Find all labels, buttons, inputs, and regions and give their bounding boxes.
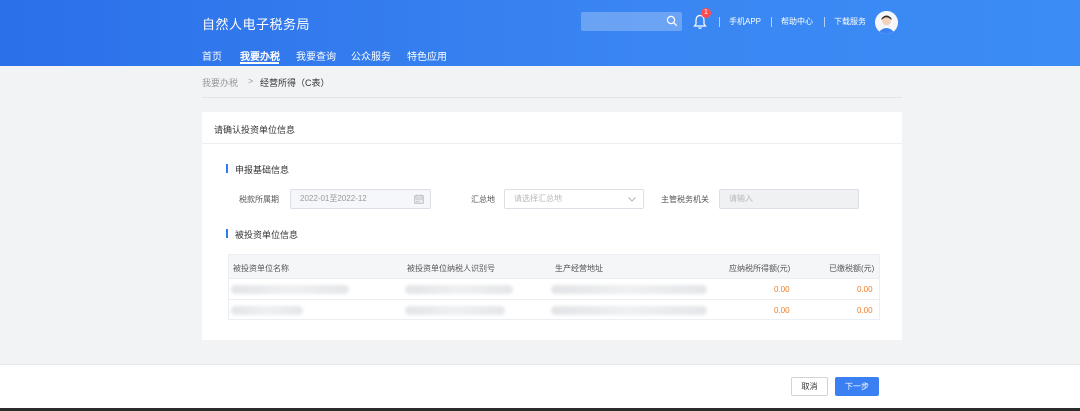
app-title[interactable]: 自然人电子税务局 — [202, 14, 310, 33]
breadcrumb-separator: > — [248, 76, 254, 86]
mobile-app-link[interactable]: 手机APP — [729, 16, 761, 27]
location-placeholder: 请选择汇总地 — [514, 194, 562, 203]
taxable-income-value: 0.00 — [774, 285, 790, 294]
col-taxable-income: 应纳税所得额(元) — [729, 264, 791, 273]
nav-public-service[interactable]: 公众服务 — [351, 48, 391, 63]
divider — [771, 17, 772, 27]
col-company-name: 被投资单位名称 — [233, 264, 289, 273]
footer-bar — [0, 364, 1080, 408]
investment-table: 被投资单位名称 被投资单位纳税人识别号 生产经营地址 应纳税所得额(元) 已缴税… — [228, 254, 880, 320]
redacted-company-name — [231, 306, 303, 315]
avatar-icon — [875, 11, 898, 34]
authority-placeholder: 请输入 — [729, 194, 753, 203]
period-value: 2022-01至2022-12 — [300, 194, 367, 203]
calendar-icon[interactable] — [414, 194, 424, 204]
nav-query[interactable]: 我要查询 — [296, 48, 336, 63]
table-row[interactable]: 0.00 0.00 — [229, 299, 879, 320]
nav-home[interactable]: 首页 — [202, 48, 222, 63]
taxable-income-value: 0.00 — [774, 306, 790, 315]
divider — [824, 17, 825, 27]
col-taxpayer-id: 被投资单位纳税人识别号 — [407, 264, 495, 273]
table-header: 被投资单位名称 被投资单位纳税人识别号 生产经营地址 应纳税所得额(元) 已缴税… — [229, 255, 879, 278]
chevron-down-icon[interactable] — [627, 194, 637, 204]
section-marker — [226, 229, 228, 238]
breadcrumb-current: 经营所得（C表） — [260, 78, 330, 88]
redacted-address — [551, 285, 707, 294]
breadcrumb-parent[interactable]: 我要办税 — [202, 76, 238, 89]
search-input[interactable] — [581, 12, 682, 31]
download-service-link[interactable]: 下载服务 — [834, 16, 866, 27]
card-title: 请确认投资单位信息 — [214, 125, 296, 135]
period-field[interactable]: 2022-01至2022-12 — [290, 189, 431, 209]
next-step-button[interactable]: 下一步 — [835, 377, 879, 396]
tax-paid-value: 0.00 — [857, 306, 873, 315]
location-label: 汇总地 — [471, 195, 495, 204]
invest-info-title: 被投资单位信息 — [235, 230, 299, 240]
help-center-link[interactable]: 帮助中心 — [781, 16, 813, 27]
active-nav-indicator — [240, 62, 279, 64]
authority-input[interactable]: 请输入 — [719, 189, 859, 209]
col-address: 生产经营地址 — [555, 264, 603, 273]
col-tax-paid: 已缴税额(元) — [829, 264, 875, 273]
redacted-address — [551, 306, 707, 315]
tax-paid-value: 0.00 — [857, 285, 873, 294]
redacted-taxpayer-id — [405, 285, 513, 294]
top-header — [0, 0, 1080, 66]
authority-label: 主管税务机关 — [661, 195, 709, 204]
card-header: 请确认投资单位信息 — [202, 112, 902, 144]
period-label: 税款所属期 — [239, 195, 279, 204]
location-select[interactable]: 请选择汇总地 — [504, 189, 644, 209]
nav-special-apps[interactable]: 特色应用 — [407, 48, 447, 63]
table-row[interactable]: 0.00 0.00 — [229, 278, 879, 299]
section-marker — [226, 164, 228, 173]
user-avatar[interactable] — [875, 11, 898, 34]
redacted-company-name — [231, 285, 349, 294]
notification-badge: 1 — [701, 8, 711, 18]
divider — [719, 17, 720, 27]
nav-tax-handling[interactable]: 我要办税 — [240, 48, 280, 63]
search-icon[interactable] — [666, 15, 678, 27]
basic-info-title: 申报基础信息 — [235, 165, 290, 175]
redacted-taxpayer-id — [405, 306, 505, 315]
cancel-button[interactable]: 取消 — [791, 377, 828, 396]
